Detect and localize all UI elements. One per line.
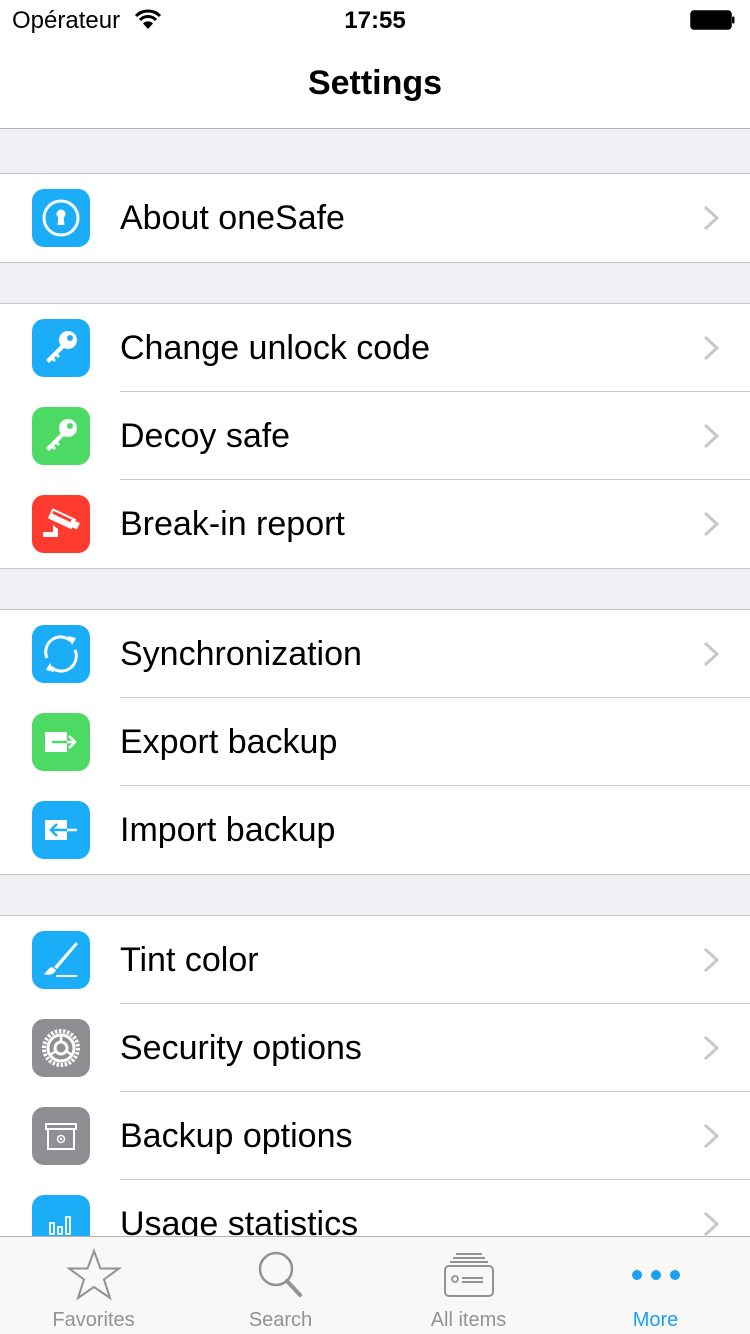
tab-bar: Favorites Search All items More bbox=[0, 1236, 750, 1334]
section-gap bbox=[0, 263, 750, 303]
tab-label: More bbox=[632, 1309, 679, 1331]
bar-chart-icon bbox=[32, 1195, 90, 1236]
keyhole-icon bbox=[32, 189, 90, 247]
settings-row-tint-color[interactable]: Tint color bbox=[0, 916, 750, 1004]
section-gap bbox=[0, 129, 750, 173]
status-bar: Opérateur 17:55 bbox=[0, 0, 750, 40]
section-gap bbox=[0, 569, 750, 609]
cards-icon bbox=[443, 1253, 494, 1297]
section-options: Tint color Security options Backup optio… bbox=[0, 915, 750, 1236]
export-icon bbox=[32, 713, 90, 771]
more-dots-icon bbox=[631, 1270, 680, 1280]
tab-favorites[interactable]: Favorites bbox=[0, 1237, 187, 1334]
page-title: Settings bbox=[307, 64, 443, 102]
settings-row-backup-options[interactable]: Backup options bbox=[0, 1091, 750, 1180]
tab-more[interactable]: More bbox=[562, 1237, 749, 1334]
section-about: About oneSafe bbox=[0, 173, 750, 263]
section-backup: Synchronization Export backup Import bac… bbox=[0, 609, 750, 875]
settings-row-usage-statistics[interactable]: Usage statistics bbox=[0, 1179, 750, 1236]
row-label: Backup options bbox=[120, 1117, 353, 1155]
tab-all-items[interactable]: All items bbox=[375, 1237, 562, 1334]
chevron-right-icon bbox=[703, 423, 720, 449]
settings-row-break-in-report[interactable]: Break-in report bbox=[0, 479, 750, 568]
settings-row-security-options[interactable]: Security options bbox=[0, 1003, 750, 1092]
star-icon bbox=[65, 1248, 122, 1301]
row-label: Import backup bbox=[120, 811, 336, 849]
gear-icon bbox=[32, 1019, 90, 1077]
chevron-right-icon bbox=[703, 1123, 720, 1149]
tab-label: All items bbox=[430, 1309, 507, 1331]
tab-label: Favorites bbox=[52, 1309, 135, 1331]
settings-row-change-unlock-code[interactable]: Change unlock code bbox=[0, 304, 750, 392]
safe-box-icon bbox=[32, 1107, 90, 1165]
settings-row-synchronization[interactable]: Synchronization bbox=[0, 610, 750, 698]
sync-icon bbox=[32, 625, 90, 683]
row-label: Export backup bbox=[120, 723, 338, 761]
tab-label: Search bbox=[248, 1309, 313, 1331]
settings-row-import-backup[interactable]: Import backup bbox=[0, 785, 750, 874]
chevron-right-icon bbox=[703, 641, 720, 667]
key-icon bbox=[32, 319, 90, 377]
settings-row-export-backup[interactable]: Export backup bbox=[0, 697, 750, 786]
section-security: Change unlock code Decoy safe Break-in r… bbox=[0, 303, 750, 569]
settings-row-about-onesafe[interactable]: About oneSafe bbox=[0, 174, 750, 262]
search-icon bbox=[258, 1251, 302, 1297]
row-label: Break-in report bbox=[120, 505, 345, 543]
chevron-right-icon bbox=[703, 335, 720, 361]
settings-row-decoy-safe[interactable]: Decoy safe bbox=[0, 391, 750, 480]
section-gap bbox=[0, 875, 750, 915]
paintbrush-icon bbox=[32, 931, 90, 989]
key-icon bbox=[32, 407, 90, 465]
row-label: Security options bbox=[120, 1029, 362, 1067]
chevron-right-icon bbox=[703, 1211, 720, 1236]
clock: 17:55 bbox=[344, 7, 406, 34]
chevron-right-icon bbox=[703, 205, 720, 231]
security-camera-icon bbox=[32, 495, 90, 553]
import-icon bbox=[32, 801, 90, 859]
row-label: Synchronization bbox=[120, 635, 362, 673]
row-label: Tint color bbox=[120, 941, 259, 979]
row-label: Decoy safe bbox=[120, 417, 291, 455]
row-label: Usage statistics bbox=[120, 1205, 359, 1236]
row-label: About oneSafe bbox=[120, 199, 345, 237]
tab-search[interactable]: Search bbox=[187, 1237, 374, 1334]
chevron-right-icon bbox=[703, 947, 720, 973]
chevron-right-icon bbox=[703, 511, 720, 537]
row-label: Change unlock code bbox=[120, 329, 431, 367]
battery-icon bbox=[690, 10, 735, 30]
settings-list[interactable]: About oneSafe Change unlock code Decoy s… bbox=[0, 129, 750, 1236]
navigation-bar: Settings bbox=[0, 40, 750, 129]
chevron-right-icon bbox=[703, 1035, 720, 1061]
